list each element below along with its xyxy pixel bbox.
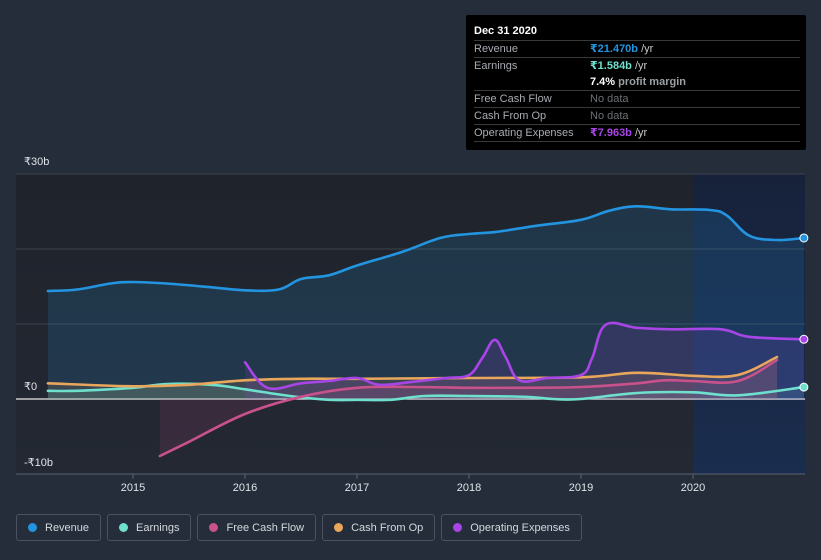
y-tick-label: ₹30b — [24, 156, 49, 168]
legend-label: Operating Expenses — [470, 521, 570, 534]
tooltip-label: Revenue — [474, 43, 519, 55]
x-tick-label: 2018 — [457, 482, 481, 494]
x-tick-label: 2017 — [345, 482, 369, 494]
y-tick-label: ₹0 — [24, 381, 37, 393]
tooltip-value: ₹7.963b — [590, 127, 632, 139]
tooltip-value: No data — [590, 93, 629, 105]
tooltip-value: 7.4% — [590, 76, 616, 88]
series-end-marker-earnings — [799, 382, 809, 392]
tooltip-row-operating-expenses: Operating Expenses ₹7.963b /yr — [474, 125, 800, 142]
legend-item-cash-from-op[interactable]: Cash From Op — [322, 514, 436, 541]
legend-label: Free Cash Flow — [226, 521, 305, 534]
tooltip-label: Earnings — [474, 60, 518, 72]
tooltip-row-free-cash-flow: Free Cash Flow No data — [474, 91, 800, 108]
tooltip-row-profit-margin: 7.4% profit margin — [474, 74, 800, 91]
legend-label: Earnings — [136, 521, 180, 534]
tooltip-suffix: /yr — [631, 60, 648, 72]
legend-dot-icon — [453, 523, 463, 532]
tooltip-row-revenue: Revenue ₹21.470b /yr — [474, 41, 800, 58]
legend-dot-icon — [119, 523, 129, 532]
tooltip-date: Dec 31 2020 — [474, 23, 800, 41]
tooltip-value: ₹21.470b — [590, 43, 639, 55]
tooltip-label: Free Cash Flow — [474, 93, 552, 105]
legend-item-earnings[interactable]: Earnings — [107, 514, 192, 541]
tooltip-label: Operating Expenses — [474, 127, 574, 139]
legend: Revenue Earnings Free Cash Flow Cash Fro… — [16, 514, 582, 541]
x-tick-label: 2019 — [569, 482, 593, 494]
tooltip-value: ₹1.584b — [590, 60, 632, 72]
tooltip: Dec 31 2020 Revenue ₹21.470b /yr Earning… — [466, 15, 806, 150]
legend-label: Revenue — [45, 521, 90, 534]
tooltip-row-earnings: Earnings ₹1.584b /yr — [474, 58, 800, 74]
tooltip-suffix: profit margin — [615, 76, 686, 88]
tooltip-label: Cash From Op — [474, 110, 547, 122]
tooltip-value: No data — [590, 110, 629, 122]
legend-item-operating-expenses[interactable]: Operating Expenses — [441, 514, 582, 541]
legend-dot-icon — [28, 523, 37, 532]
legend-item-revenue[interactable]: Revenue — [16, 514, 102, 541]
tooltip-label — [474, 74, 590, 90]
x-tick-label: 2020 — [681, 482, 705, 494]
x-tick-label: 2015 — [121, 482, 145, 494]
series-end-marker-revenue — [799, 233, 809, 243]
tooltip-row-cash-from-op: Cash From Op No data — [474, 108, 800, 125]
x-tick-label: 2016 — [233, 482, 257, 494]
series-end-marker-operating_expenses — [799, 334, 809, 344]
legend-item-free-cash-flow[interactable]: Free Cash Flow — [197, 514, 317, 541]
legend-dot-icon — [334, 523, 344, 532]
legend-label: Cash From Op — [351, 521, 424, 534]
tooltip-suffix: /yr — [631, 127, 648, 139]
y-tick-label: -₹10b — [24, 457, 53, 469]
tooltip-suffix: /yr — [638, 43, 654, 55]
legend-dot-icon — [209, 523, 219, 532]
